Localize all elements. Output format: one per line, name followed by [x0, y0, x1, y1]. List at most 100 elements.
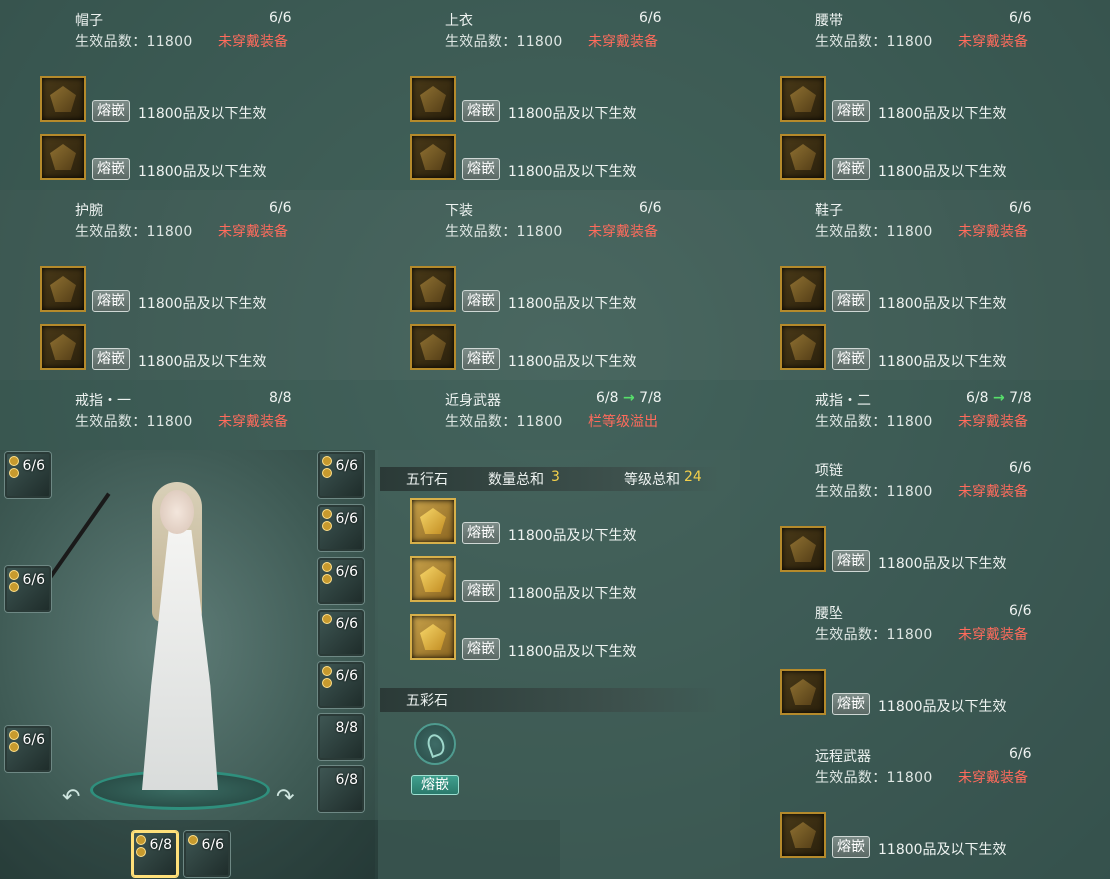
rotate-right-icon[interactable]: ↷: [276, 785, 302, 811]
gem-icon: [420, 276, 446, 302]
gem-slot[interactable]: [780, 76, 826, 122]
gem-slot[interactable]: [410, 266, 456, 312]
inlay-button[interactable]: 熔嵌: [832, 158, 870, 180]
equip-count: 6/6: [639, 200, 662, 216]
equip-slot-right[interactable]: 6/8: [318, 766, 364, 812]
gem-slot[interactable]: [40, 324, 86, 370]
gem-slot[interactable]: [780, 526, 826, 572]
gem-slot[interactable]: [410, 134, 456, 180]
effective-quality: 生效品数：11800: [815, 770, 933, 786]
gem-icon: [420, 508, 446, 534]
gem-slot[interactable]: [410, 76, 456, 122]
inlay-button[interactable]: 熔嵌: [462, 290, 500, 312]
inlay-button[interactable]: 熔嵌: [92, 158, 130, 180]
gem-effect-text: 11800品及以下生效: [508, 164, 637, 180]
gem-slot[interactable]: [780, 134, 826, 180]
gem-dot-icon: [188, 835, 198, 845]
wuxing-gem-row: 熔嵌 11800品及以下生效: [410, 556, 710, 604]
equip-slot-right[interactable]: 6/6: [318, 662, 364, 708]
gem-effect-text: 11800品及以下生效: [878, 699, 1007, 715]
equip-count: 6/6: [1009, 603, 1032, 619]
rotate-left-icon[interactable]: ↶: [62, 785, 88, 811]
gem-slot[interactable]: [780, 669, 826, 715]
equip-slot-right[interactable]: 6/6: [318, 558, 364, 604]
equip-slot-right[interactable]: 8/8: [318, 714, 364, 760]
gem-icon: [790, 86, 816, 112]
gem-effect-text: 11800品及以下生效: [878, 556, 1007, 572]
equip-slot-right[interactable]: 6/6: [318, 610, 364, 656]
equip-slot-bottom-selected[interactable]: 6/8: [132, 831, 178, 877]
gem-slot[interactable]: [780, 812, 826, 858]
wuxing-title: 五行石: [406, 472, 448, 488]
equip-name: 下装: [445, 203, 473, 219]
gem-effect-text: 11800品及以下生效: [508, 296, 637, 312]
inlay-button[interactable]: 熔嵌: [462, 580, 500, 602]
equip-slot-bottom[interactable]: 6/6: [184, 831, 230, 877]
gem-row: 熔嵌 11800品及以下生效: [780, 812, 1080, 860]
equip-slot-right[interactable]: 6/6: [318, 505, 364, 551]
slot-count: 6/6: [22, 458, 45, 474]
inlay-button[interactable]: 熔嵌: [462, 522, 500, 544]
wucai-header: 五彩石: [380, 688, 720, 712]
inlay-button[interactable]: 熔嵌: [832, 348, 870, 370]
gem-icon: [50, 144, 76, 170]
gem-dot-icon: [136, 835, 146, 845]
gem-icon: [50, 276, 76, 302]
equip-count: 6/8 → 7/8: [966, 390, 1032, 406]
equip-name: 上衣: [445, 13, 473, 29]
gem-slot[interactable]: [780, 324, 826, 370]
equip-slot-left[interactable]: 6/6: [5, 566, 51, 612]
inlay-button[interactable]: 熔嵌: [462, 158, 500, 180]
inlay-button[interactable]: 熔嵌: [462, 638, 500, 660]
inlay-button[interactable]: 熔嵌: [832, 693, 870, 715]
wucai-slot[interactable]: [414, 723, 456, 765]
inlay-button[interactable]: 熔嵌: [462, 348, 500, 370]
gem-effect-text: 11800品及以下生效: [138, 354, 267, 370]
inlay-button[interactable]: 熔嵌: [832, 100, 870, 122]
inlay-button[interactable]: 熔嵌: [462, 100, 500, 122]
not-worn-warning: 未穿戴装备: [958, 224, 1028, 240]
equip-slot-right[interactable]: 6/6: [318, 452, 364, 498]
inlay-button[interactable]: 熔嵌: [832, 836, 870, 858]
slot-count: 6/8: [335, 772, 358, 788]
gem-icon: [790, 334, 816, 360]
wuxing-count-value: 3: [551, 469, 560, 485]
gem-slot[interactable]: [40, 76, 86, 122]
equip-card-top: 上衣 6/6 生效品数：11800 未穿戴装备 熔嵌 11800品及以下生效 熔…: [410, 0, 710, 190]
gem-dot-icon: [322, 468, 332, 478]
gem-slot[interactable]: [40, 266, 86, 312]
gem-slot[interactable]: [40, 134, 86, 180]
inlay-button[interactable]: 熔嵌: [92, 348, 130, 370]
equip-name: 腰坠: [815, 606, 843, 622]
gem-slot[interactable]: [780, 266, 826, 312]
gem-slot[interactable]: [410, 498, 456, 544]
gem-icon: [790, 536, 816, 562]
wuxing-count-label: 数量总和: [488, 472, 544, 488]
gem-effect-text: 11800品及以下生效: [508, 528, 637, 544]
level-overflow-status: 栏等级溢出: [588, 414, 658, 430]
gem-icon: [420, 144, 446, 170]
equip-count: 6/6: [1009, 746, 1032, 762]
inlay-button[interactable]: 熔嵌: [832, 550, 870, 572]
slot-count: 8/8: [335, 720, 358, 736]
equip-name: 腰带: [815, 13, 843, 29]
gem-dot-icon: [136, 847, 146, 857]
equip-name: 鞋子: [815, 203, 843, 219]
inlay-button[interactable]: 熔嵌: [92, 290, 130, 312]
count-current: 6/8: [966, 390, 989, 406]
equip-card-belt: 腰带 6/6 生效品数：11800 未穿戴装备 熔嵌 11800品及以下生效 熔…: [780, 0, 1080, 190]
gem-row: 熔嵌 11800品及以下生效: [780, 266, 1080, 314]
wucai-inlay-button[interactable]: 熔嵌: [411, 775, 459, 795]
gem-dot-icon: [322, 456, 332, 466]
gem-slot[interactable]: [410, 556, 456, 602]
gem-icon: [790, 276, 816, 302]
inlay-button[interactable]: 熔嵌: [832, 290, 870, 312]
inlay-button[interactable]: 熔嵌: [92, 100, 130, 122]
gem-row: 熔嵌 11800品及以下生效: [780, 669, 1080, 717]
equip-slot-left[interactable]: 6/6: [5, 452, 51, 498]
gem-slot[interactable]: [410, 324, 456, 370]
equip-slot-left[interactable]: 6/6: [5, 726, 51, 772]
effective-quality: 生效品数：11800: [815, 484, 933, 500]
slot-count: 6/6: [335, 616, 358, 632]
gem-slot[interactable]: [410, 614, 456, 660]
